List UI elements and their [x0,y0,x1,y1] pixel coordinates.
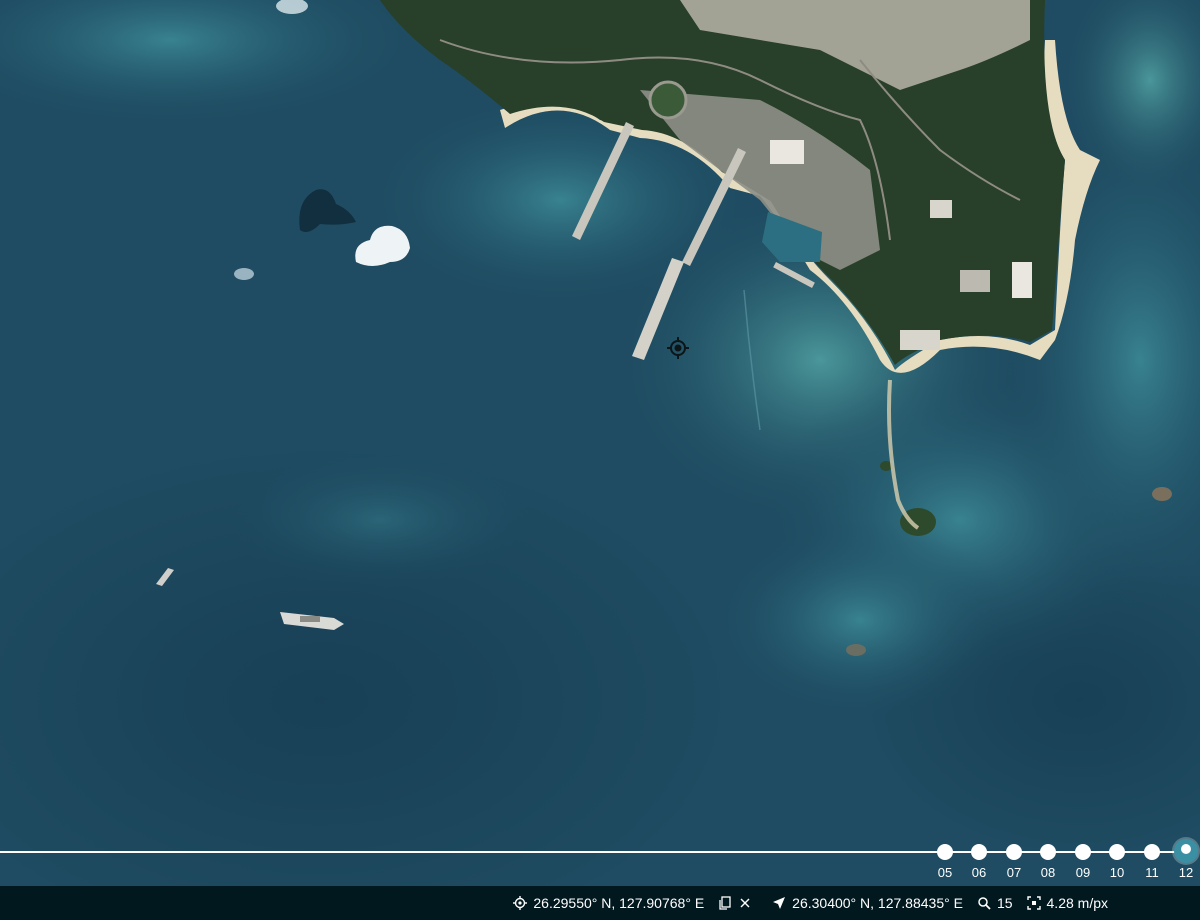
islet [846,644,866,656]
timeline-tick[interactable]: 09 [1066,844,1100,886]
close-icon[interactable] [738,896,752,910]
resolution-text: 4.28 m/px [1046,895,1108,911]
reef [710,520,1010,720]
building [770,140,804,164]
copy-icon[interactable] [718,896,732,910]
timeline-dot[interactable] [1040,844,1056,860]
location-arrow-icon [773,897,786,909]
building [960,270,990,292]
reef [220,450,540,590]
timeline-dot[interactable] [1109,844,1125,860]
timeline-tick-selected[interactable]: 12 [1169,839,1200,886]
satellite-map[interactable] [0,0,1200,920]
timeline-label: 08 [1040,865,1056,880]
location-coords-text: 26.30400° N, 127.88435° E [792,895,963,911]
roundabout [648,80,688,120]
crosshair-marker [667,337,689,359]
timeline-dot[interactable] [1075,844,1091,860]
location-coordinates: 26.30400° N, 127.88435° E [772,895,963,911]
islet [1152,487,1172,501]
timeline-tick[interactable]: 06 [962,844,996,886]
zoom-level: 15 [977,895,1013,911]
building [900,330,940,350]
date-timeline[interactable]: 05 06 07 08 09 10 11 12 [0,839,1200,886]
building [930,200,952,218]
crosshair-icon [513,896,528,910]
timeline-label: 12 [1178,865,1194,880]
timeline-tick[interactable]: 08 [1031,844,1065,886]
zoom-icon [978,897,991,910]
resolution: 4.28 m/px [1026,895,1108,911]
resolution-icon [1026,896,1041,910]
timeline-label: 09 [1075,865,1091,880]
timeline-dot[interactable] [1006,844,1022,860]
cursor-coords-text: 26.29550° N, 127.90768° E [533,895,705,911]
timeline-tick[interactable]: 11 [1135,844,1169,886]
timeline-dot[interactable] [937,844,953,860]
timeline-label: 11 [1145,865,1159,880]
timeline-tick[interactable]: 10 [1100,844,1134,886]
cursor-coordinates: 26.29550° N, 127.90768° E [513,895,758,911]
cloud [234,268,254,280]
timeline-dot-selected[interactable] [1174,839,1198,863]
timeline-label: 10 [1109,865,1125,880]
timeline-label: 05 [937,865,953,880]
timeline-tick[interactable]: 07 [997,844,1031,886]
timeline-dot[interactable] [1144,844,1160,860]
timeline-label: 07 [1006,865,1022,880]
timeline-dot[interactable] [971,844,987,860]
status-bar: 26.29550° N, 127.90768° E 26.30400° N, 1… [0,886,1200,920]
timeline-tick[interactable]: 05 [928,844,962,886]
zoom-text: 15 [996,895,1013,911]
building [1012,262,1032,298]
timeline-label: 06 [971,865,987,880]
